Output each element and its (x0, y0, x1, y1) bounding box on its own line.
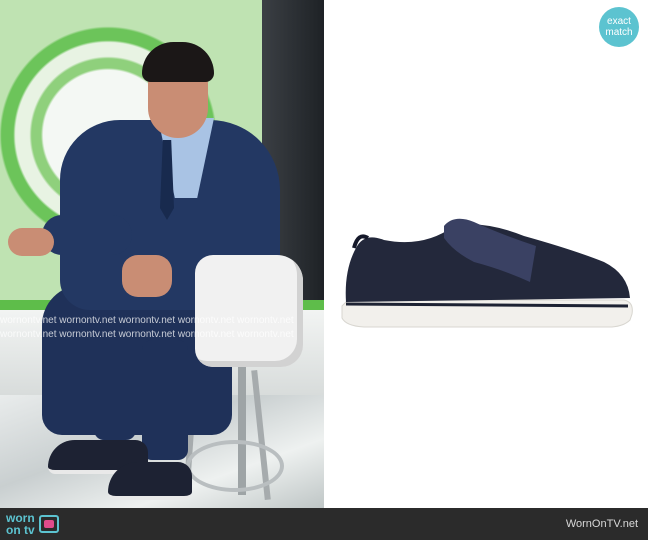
watermark: wornontv.net wornontv.net wornontv.net w… (0, 314, 324, 344)
person-leg (94, 330, 136, 440)
watermark-text: wornontv.net wornontv.net wornontv.net w… (0, 315, 294, 326)
site-url[interactable]: WornOnTV.net (566, 518, 638, 530)
badge-line2: match (605, 27, 633, 38)
product-shoe-image[interactable] (324, 0, 648, 508)
footer-bar (0, 508, 648, 540)
shoe-sole-stripe (345, 302, 629, 308)
badge-line1: exact (607, 16, 631, 27)
outfit-photo: wornontv.net wornontv.net wornontv.net w… (0, 0, 324, 508)
chair-footring (186, 440, 284, 492)
person-hand (122, 255, 172, 297)
person-leg (142, 340, 188, 460)
exact-match-badge: exact match (599, 7, 639, 47)
person-hand (8, 228, 54, 256)
studio-chair (195, 255, 303, 367)
watermark-text: wornontv.net wornontv.net wornontv.net w… (0, 329, 294, 340)
wornontv-logo[interactable]: worn on tv (6, 510, 59, 538)
logo-text: worn on tv (6, 512, 35, 536)
logo-line2: on tv (6, 523, 35, 537)
person-arm (42, 215, 132, 255)
product-panel (324, 0, 648, 508)
person-shoe (108, 462, 192, 500)
tv-icon (38, 515, 59, 533)
